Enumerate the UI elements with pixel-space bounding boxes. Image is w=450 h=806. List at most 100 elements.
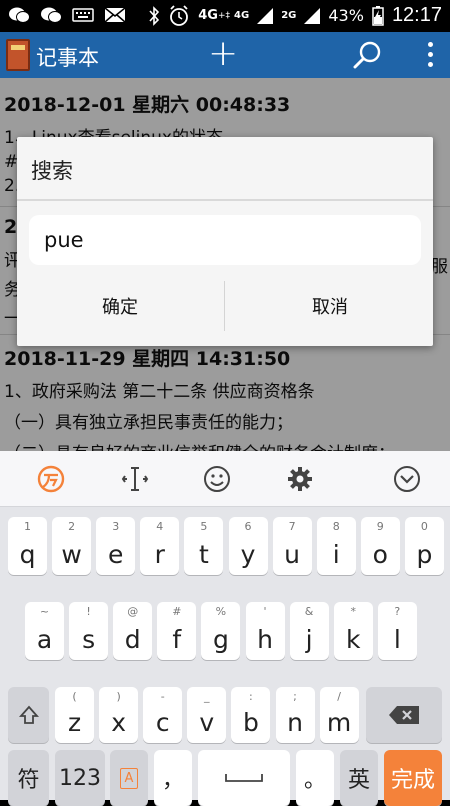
key-e[interactable]: 3e <box>96 517 136 575</box>
key-secondary-label: - <box>160 690 165 703</box>
key-label: y <box>240 540 256 569</box>
key-t[interactable]: 5t <box>184 517 224 575</box>
key-secondary-label: 6 <box>244 520 252 533</box>
key-d[interactable]: @ d <box>113 602 153 660</box>
key-q[interactable]: 1q <box>8 517 47 575</box>
wechat-icon <box>9 7 30 23</box>
key-f[interactable]: # f <box>157 602 197 660</box>
key-label: r <box>154 540 165 569</box>
key-s[interactable]: ! s <box>69 602 109 660</box>
status-right-icons: 4G +‡ 4G 2G 43% 12:17 <box>148 4 442 27</box>
key-i[interactable]: 8i <box>316 517 356 575</box>
key-j[interactable]: & j <box>289 602 329 660</box>
wechat-icon <box>41 7 62 23</box>
backspace-key[interactable] <box>366 687 442 743</box>
language-toggle-key[interactable]: A <box>110 750 148 806</box>
app-bar: 记事本 + <box>0 32 450 78</box>
key-n[interactable]: ; n <box>275 687 315 743</box>
key-v[interactable]: _ v <box>187 687 227 743</box>
keyboard-toolbar <box>0 451 450 507</box>
key-label: v <box>199 708 215 737</box>
key-r[interactable]: 4r <box>140 517 180 575</box>
key-secondary-label: ? <box>394 605 401 618</box>
key-p[interactable]: 0p <box>404 517 444 575</box>
ime-logo-icon[interactable] <box>34 463 68 495</box>
battery-percent: 43% <box>328 6 364 25</box>
status-bar: 4G +‡ 4G 2G 43% 12:17 <box>0 0 450 32</box>
network-4g-signal: 4G <box>234 10 250 21</box>
key-m[interactable]: / m <box>319 687 359 743</box>
signal-icon <box>257 7 274 24</box>
comma-key-label: ， <box>161 768 184 793</box>
emoji-icon[interactable] <box>200 463 234 495</box>
key-label: a <box>36 625 53 654</box>
keyboard-icon <box>72 8 94 22</box>
key-b[interactable]: :b <box>231 687 271 743</box>
key-z[interactable]: (z <box>55 687 94 743</box>
key-secondary-label: 9 <box>376 520 384 533</box>
key-y[interactable]: 6y <box>228 517 268 575</box>
key-k[interactable]: * k <box>333 602 373 660</box>
confirm-button[interactable]: 确定 <box>17 281 223 331</box>
key-o[interactable]: 9o <box>360 517 400 575</box>
key-label: b <box>242 708 259 737</box>
english-mode-key[interactable]: 英 <box>340 750 378 806</box>
cancel-button[interactable]: 取消 <box>227 281 433 331</box>
key-secondary-label: _ <box>204 690 210 703</box>
cursor-edit-icon[interactable] <box>118 463 152 495</box>
gear-icon[interactable] <box>283 463 317 495</box>
space-key[interactable] <box>198 750 290 806</box>
key-secondary-label: 3 <box>112 520 120 533</box>
search-dialog: 搜索 确定 取消 <box>17 137 433 346</box>
key-g[interactable]: % g <box>201 602 241 660</box>
key-label: j <box>305 625 313 654</box>
alarm-icon <box>170 4 189 26</box>
done-key[interactable]: 完成 <box>384 750 442 806</box>
key-label: z <box>67 708 82 737</box>
shift-key[interactable] <box>8 687 49 743</box>
key-label: e <box>107 540 124 569</box>
network-4g-label: 4G <box>198 8 218 23</box>
search-input[interactable] <box>29 215 421 265</box>
period-key[interactable]: 。 <box>296 750 334 806</box>
key-w[interactable]: 2w <box>52 517 92 575</box>
key-u[interactable]: 7u <box>272 517 312 575</box>
overflow-menu-icon[interactable] <box>428 42 434 68</box>
key-l[interactable]: ? l <box>377 602 417 660</box>
key-secondary-label: 5 <box>200 520 208 533</box>
key-label: s <box>82 625 96 654</box>
key-label: q <box>19 540 36 569</box>
divider <box>224 281 225 331</box>
number-key[interactable]: 123 <box>55 750 105 806</box>
add-note-button[interactable]: + <box>208 34 238 74</box>
key-x[interactable]: ) x <box>99 687 139 743</box>
key-secondary-label: / <box>337 690 341 703</box>
key-label: u <box>284 540 301 569</box>
symbol-key-label: 符 <box>17 768 40 793</box>
network-2g-label: 2G <box>281 10 297 21</box>
key-c[interactable]: -c <box>143 687 183 743</box>
key-label: t <box>198 540 209 569</box>
divider <box>17 199 433 201</box>
soft-keyboard: 符 123 A ， 。 英 完成 1 q 2 w 3 e 4 r 5 t 6 y 7 u 8 i 9 o 0 p ~ a!… <box>0 451 450 806</box>
signal-icon <box>304 7 321 24</box>
key-label: g <box>212 625 229 654</box>
key-secondary-label: 1 <box>24 520 31 533</box>
key-secondary-label: 8 <box>332 520 340 533</box>
comma-key[interactable]: ， <box>154 750 192 806</box>
key-secondary-label: 7 <box>288 520 296 533</box>
battery-icon <box>372 5 384 26</box>
key-a[interactable]: ~ a <box>25 602 64 660</box>
key-label: p <box>416 540 433 569</box>
collapse-keyboard-icon[interactable] <box>390 463 424 495</box>
key-label: w <box>61 540 82 569</box>
key-label: f <box>172 625 182 654</box>
key-secondary-label: @ <box>127 605 139 618</box>
key-h[interactable]: ' h <box>245 602 285 660</box>
key-label: c <box>155 708 170 737</box>
key-secondary-label: ) <box>116 690 121 703</box>
status-left-icons <box>8 6 126 24</box>
search-icon[interactable] <box>353 40 383 70</box>
key-label: k <box>345 625 361 654</box>
symbol-key[interactable]: 符 <box>8 750 49 806</box>
